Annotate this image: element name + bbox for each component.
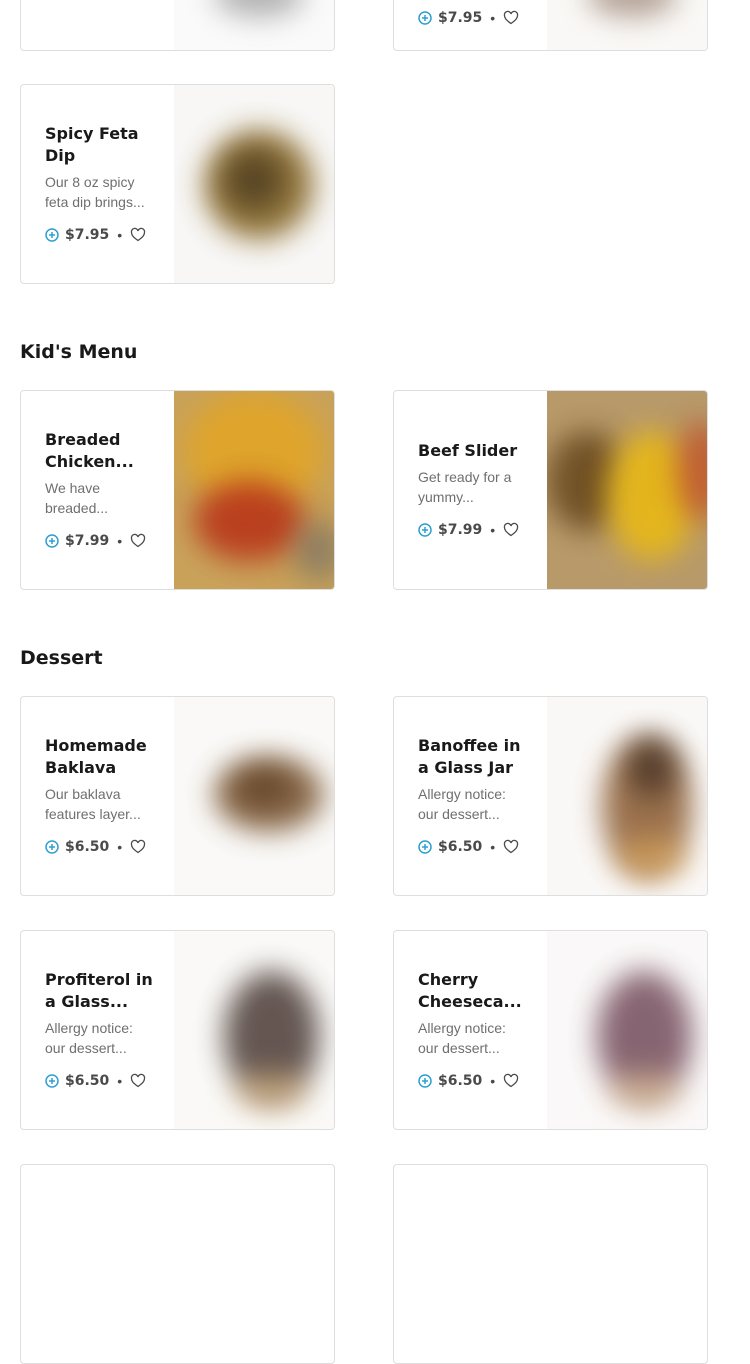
item-meta: $6.50 • [418, 1071, 530, 1091]
item-name: Beef Slider [418, 441, 518, 460]
favorite-heart-icon[interactable] [130, 533, 146, 549]
item-price: $7.99 [65, 533, 110, 549]
add-circle-icon[interactable] [45, 228, 59, 242]
separator-dot: • [490, 839, 496, 855]
separator-dot: • [117, 533, 123, 549]
food-image [547, 0, 707, 50]
section-title-dessert: Dessert [20, 647, 103, 669]
item-description: Our baklava features layer... [45, 786, 141, 822]
menu-item-card[interactable]: Profiterol in a Glass... Allergy notice:… [20, 930, 335, 1130]
item-description: Allergy notice: our dessert... [45, 1020, 133, 1056]
menu-item-card[interactable]: Breaded Chicken... We have breaded... $7… [20, 390, 335, 590]
item-description: We have breaded... [45, 480, 109, 516]
food-image [174, 391, 334, 589]
item-name: Cherry Cheeseca... [418, 970, 522, 1011]
menu-item-card[interactable]: $7.95 • [393, 0, 708, 51]
favorite-heart-icon[interactable] [503, 1073, 519, 1089]
item-price: $6.50 [65, 839, 110, 855]
separator-dot: • [117, 227, 123, 243]
menu-item-card[interactable]: Cherry Cheeseca... Allergy notice: our d… [393, 930, 708, 1130]
section-title-kids-menu: Kid's Menu [20, 341, 138, 363]
menu-item-card[interactable]: Beef Slider Get ready for a yummy... $7.… [393, 390, 708, 590]
add-circle-icon[interactable] [45, 840, 59, 854]
separator-dot: • [117, 1073, 123, 1089]
item-name: Banoffee in a Glass Jar [418, 736, 521, 777]
menu-item-card[interactable]: Homemade Baklava Our baklava features la… [20, 696, 335, 896]
favorite-heart-icon[interactable] [130, 227, 146, 243]
food-image [174, 0, 334, 50]
item-price: $6.50 [438, 1073, 483, 1089]
food-image [547, 931, 707, 1129]
item-price: $6.50 [438, 839, 483, 855]
add-circle-icon[interactable] [418, 523, 432, 537]
item-name: Profiterol in a Glass... [45, 970, 153, 1011]
separator-dot: • [490, 522, 496, 538]
menu-item-card[interactable] [20, 0, 335, 51]
item-description: Allergy notice: our dessert... [418, 1020, 506, 1056]
add-circle-icon[interactable] [418, 11, 432, 25]
item-meta: $6.50 • [418, 837, 530, 857]
favorite-heart-icon[interactable] [503, 522, 519, 538]
food-image [174, 931, 334, 1129]
item-meta: $7.95 • [45, 225, 157, 245]
add-circle-icon[interactable] [45, 534, 59, 548]
item-description: Our 8 oz spicy feta dip brings... [45, 174, 145, 210]
favorite-heart-icon[interactable] [130, 839, 146, 855]
item-name: Breaded Chicken... [45, 430, 134, 471]
separator-dot: • [490, 1073, 496, 1089]
food-image [174, 697, 334, 895]
menu-item-card[interactable] [393, 1164, 708, 1364]
item-meta: $7.95 • [418, 8, 519, 28]
item-meta: $7.99 • [45, 531, 157, 551]
item-description: Get ready for a yummy... [418, 469, 512, 505]
separator-dot: • [490, 10, 496, 26]
food-image [174, 85, 334, 283]
add-circle-icon[interactable] [45, 1074, 59, 1088]
favorite-heart-icon[interactable] [130, 1073, 146, 1089]
item-name: Spicy Feta Dip [45, 124, 139, 165]
menu-item-card[interactable]: Banoffee in a Glass Jar Allergy notice: … [393, 696, 708, 896]
menu-item-card[interactable]: Spicy Feta Dip Our 8 oz spicy feta dip b… [20, 84, 335, 284]
food-image [547, 697, 707, 895]
item-name: Homemade Baklava [45, 736, 147, 777]
item-description: Allergy notice: our dessert... [418, 786, 506, 822]
favorite-heart-icon[interactable] [503, 839, 519, 855]
item-price: $6.50 [65, 1073, 110, 1089]
add-circle-icon[interactable] [418, 840, 432, 854]
item-meta: $7.99 • [418, 520, 530, 540]
food-image [547, 391, 707, 589]
item-meta: $6.50 • [45, 837, 157, 857]
add-circle-icon[interactable] [418, 1074, 432, 1088]
menu-item-card[interactable] [20, 1164, 335, 1364]
item-price: $7.95 [65, 227, 110, 243]
separator-dot: • [117, 839, 123, 855]
item-meta: $6.50 • [45, 1071, 157, 1091]
item-price: $7.95 [438, 10, 483, 26]
item-price: $7.99 [438, 522, 483, 538]
favorite-heart-icon[interactable] [503, 10, 519, 26]
